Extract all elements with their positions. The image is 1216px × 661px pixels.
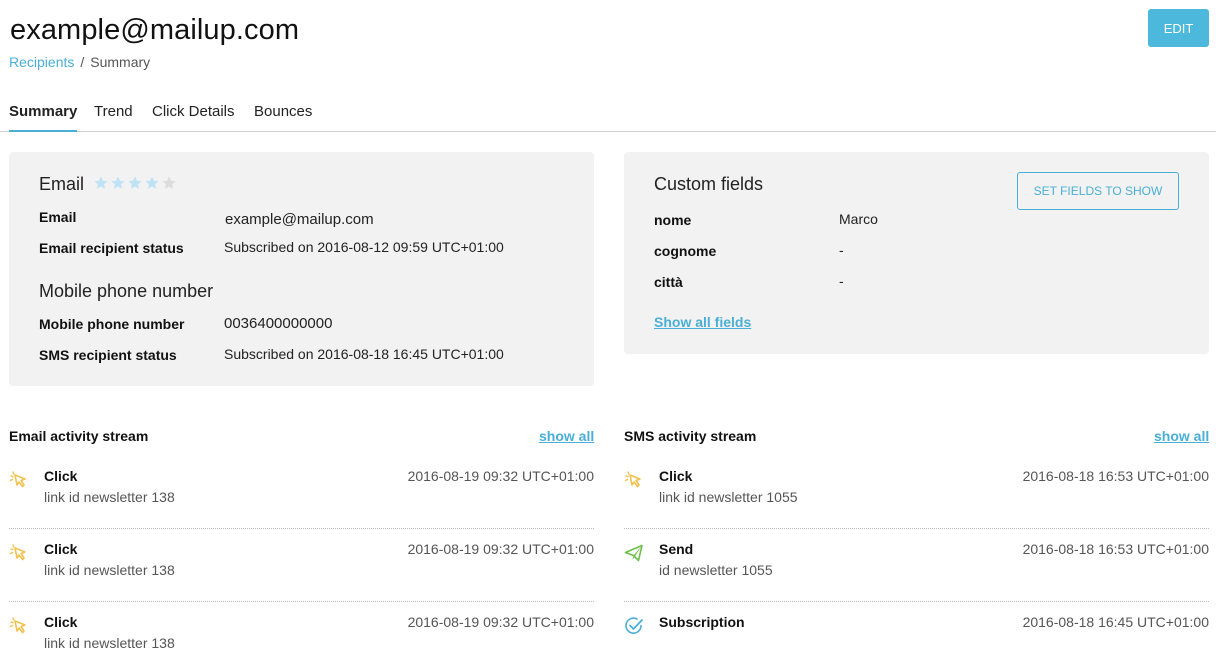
email-activity-item[interactable]: Click link id newsletter 138 2016-08-19 … (9, 456, 594, 529)
click-icon (9, 617, 26, 634)
activity-title: Click (44, 541, 78, 557)
send-icon (624, 544, 643, 562)
breadcrumb-separator: / (80, 54, 85, 70)
field-nome-label: nome (654, 212, 692, 228)
tab-click-details[interactable]: Click Details (152, 103, 235, 130)
activity-subtitle: link id newsletter 138 (44, 562, 175, 578)
rating-stars (93, 175, 177, 191)
activity-title: Click (44, 468, 78, 484)
mobile-heading: Mobile phone number (39, 281, 214, 301)
email-status-value: Subscribed on 2016-08-12 09:59 UTC+01:00 (224, 239, 504, 255)
click-icon (9, 471, 26, 488)
activity-title: Subscription (659, 614, 745, 630)
sms-activity-item[interactable]: Subscription 2016-08-18 16:45 UTC+01:00 (624, 602, 1209, 661)
email-activity-item[interactable]: Click link id newsletter 138 2016-08-19 … (9, 602, 594, 661)
breadcrumb-recipients-link[interactable]: Recipients (9, 54, 74, 70)
click-icon (624, 471, 641, 488)
sms-status-value: Subscribed on 2016-08-18 16:45 UTC+01:00 (224, 346, 504, 362)
field-cognome-value: - (839, 242, 844, 258)
edit-button[interactable]: EDIT (1148, 9, 1209, 47)
field-citta-label: città (654, 274, 683, 290)
field-nome-value: Marco (839, 211, 878, 227)
tab-bar: Summary Trend Click Details Bounces (0, 92, 1216, 132)
activity-title: Click (44, 614, 78, 630)
breadcrumb: Recipients / Summary (9, 54, 150, 70)
sms-activity-item[interactable]: Click link id newsletter 1055 2016-08-18… (624, 456, 1209, 529)
activity-subtitle: link id newsletter 1055 (659, 489, 798, 505)
mobile-number-value: 0036400000000 (224, 315, 333, 332)
activity-subtitle: link id newsletter 138 (44, 635, 175, 651)
activity-time: 2016-08-18 16:45 UTC+01:00 (1022, 614, 1209, 630)
activity-subtitle: link id newsletter 138 (44, 489, 175, 505)
mobile-number-label: Mobile phone number (39, 316, 185, 332)
email-value: example@mailup.com (225, 211, 374, 228)
activity-time: 2016-08-19 09:32 UTC+01:00 (407, 468, 594, 484)
star-icon (128, 176, 142, 189)
show-all-fields-link[interactable]: Show all fields (654, 314, 751, 330)
sms-activity-item[interactable]: Send id newsletter 1055 2016-08-18 16:53… (624, 529, 1209, 602)
click-icon (9, 544, 26, 561)
activity-title: Click (659, 468, 693, 484)
field-cognome-label: cognome (654, 243, 717, 259)
email-activity-item[interactable]: Click link id newsletter 138 2016-08-19 … (9, 529, 594, 602)
star-icon (94, 176, 108, 189)
field-citta-value: - (839, 273, 844, 289)
email-stream-title: Email activity stream (9, 428, 149, 444)
sms-stream-show-all-link[interactable]: show all (1154, 428, 1209, 444)
tab-trend[interactable]: Trend (94, 103, 133, 130)
tab-summary[interactable]: Summary (9, 103, 78, 132)
activity-subtitle: id newsletter 1055 (659, 562, 773, 578)
star-icon (111, 176, 125, 189)
sms-status-label: SMS recipient status (39, 347, 177, 363)
activity-time: 2016-08-18 16:53 UTC+01:00 (1022, 541, 1209, 557)
activity-time: 2016-08-19 09:32 UTC+01:00 (407, 614, 594, 630)
sms-stream-title: SMS activity stream (624, 428, 757, 444)
activity-title: Send (659, 541, 694, 557)
email-card-heading: Email (39, 174, 85, 194)
custom-fields-heading: Custom fields (654, 174, 764, 194)
email-stream-show-all-link[interactable]: show all (539, 428, 594, 444)
activity-time: 2016-08-18 16:53 UTC+01:00 (1022, 468, 1209, 484)
breadcrumb-current: Summary (90, 54, 151, 70)
activity-time: 2016-08-19 09:32 UTC+01:00 (407, 541, 594, 557)
star-icon (145, 176, 159, 189)
email-status-label: Email recipient status (39, 240, 184, 256)
email-label: Email (39, 209, 77, 225)
set-fields-button[interactable]: SET FIELDS TO SHOW (1017, 172, 1179, 210)
tab-bounces[interactable]: Bounces (254, 103, 312, 130)
star-icon (162, 176, 176, 189)
subscription-icon (625, 617, 643, 634)
page-title: example@mailup.com (10, 14, 300, 46)
